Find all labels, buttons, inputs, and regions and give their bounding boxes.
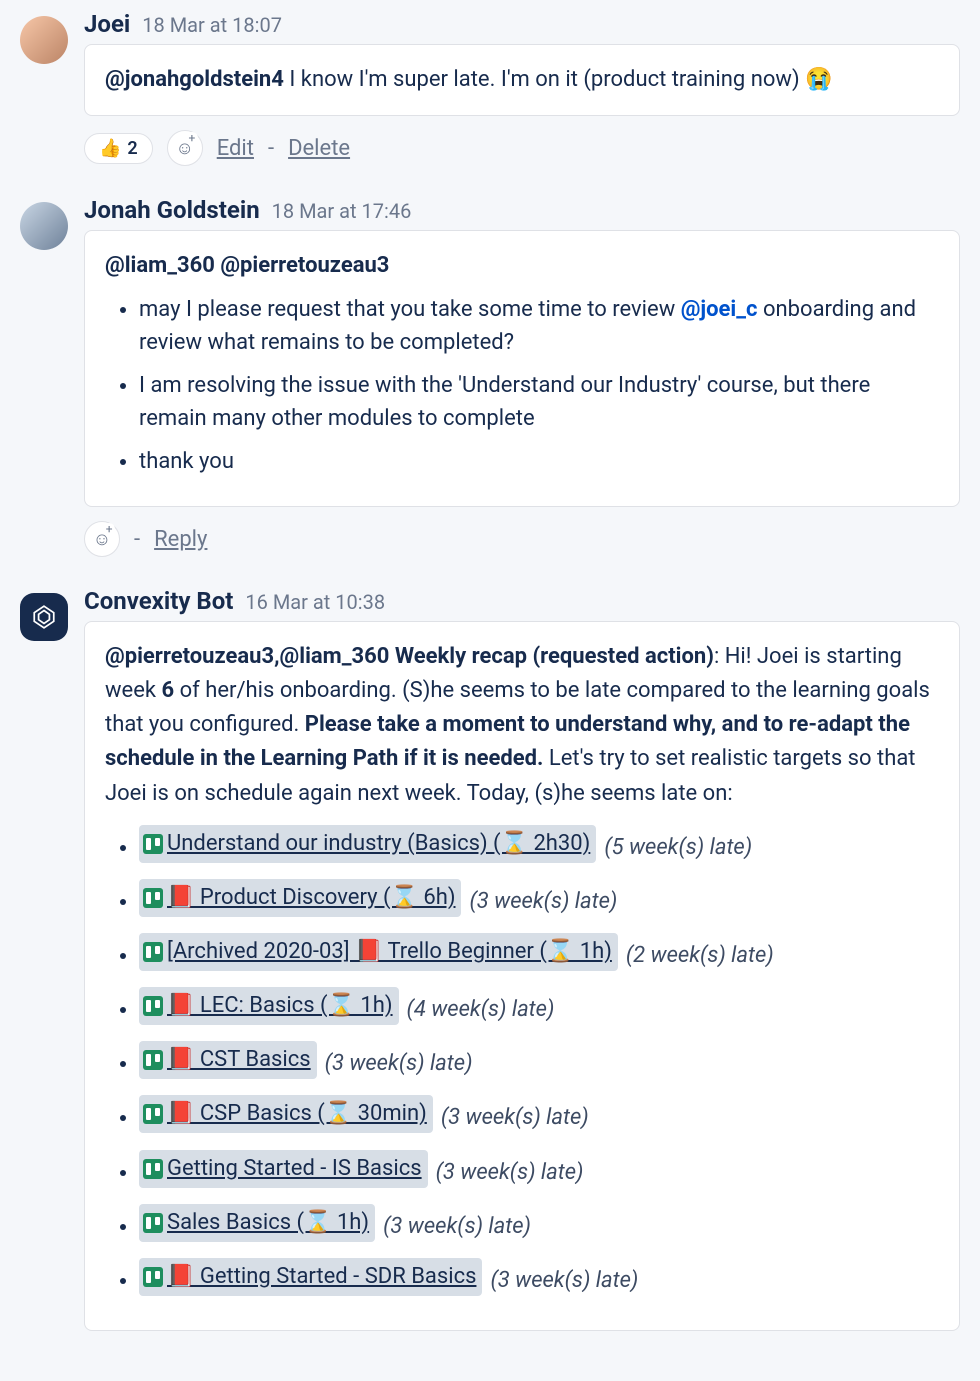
card-link[interactable]: 📕 Product Discovery (⌛ 6h) — [167, 881, 455, 915]
cards-list: Understand our industry (Basics) (⌛ 2h30… — [105, 825, 939, 1298]
card-link[interactable]: Getting Started - IS Basics — [167, 1152, 422, 1186]
list-item: thank you — [139, 445, 939, 478]
separator: - — [268, 136, 274, 161]
post-header: Jonah Goldstein 18 Mar at 17:46 — [84, 196, 960, 224]
reply-link[interactable]: Reply — [154, 527, 207, 552]
mentions[interactable]: @pierretouzeau3,@liam_360 — [105, 644, 389, 669]
crying-emoji-icon: 😭 — [805, 67, 832, 92]
author-name[interactable]: Joei — [84, 10, 130, 38]
post-content: Convexity Bot 16 Mar at 10:38 @pierretou… — [84, 587, 960, 1331]
bot-logo-icon — [31, 604, 57, 630]
card-link[interactable]: 📕 LEC: Basics (⌛ 1h) — [167, 989, 393, 1023]
post-header: Convexity Bot 16 Mar at 10:38 — [84, 587, 960, 615]
avatar[interactable] — [20, 202, 68, 250]
card-link[interactable]: 📕 CSP Basics (⌛ 30min) — [167, 1097, 427, 1131]
late-label: (3 week(s) late) — [383, 1214, 531, 1239]
late-label: (5 week(s) late) — [604, 835, 752, 860]
text: may I please request that you take some … — [139, 297, 681, 322]
trello-card-chip[interactable]: [Archived 2020-03] 📕 Trello Beginner (⌛ … — [139, 933, 618, 971]
reaction-count: 2 — [127, 138, 137, 159]
card-link[interactable]: [Archived 2020-03] 📕 Trello Beginner (⌛ … — [167, 935, 612, 969]
trello-card-chip[interactable]: 📕 Getting Started - SDR Basics — [139, 1258, 482, 1296]
list-item: 📕 LEC: Basics (⌛ 1h) (4 week(s) late) — [139, 987, 939, 1027]
trello-card-chip[interactable]: Sales Basics (⌛ 1h) — [139, 1204, 375, 1242]
late-label: (3 week(s) late) — [490, 1268, 638, 1293]
message-bubble: @pierretouzeau3,@liam_360 Weekly recap (… — [84, 621, 960, 1331]
add-reaction-button[interactable]: ☺ — [167, 130, 203, 166]
timestamp: 18 Mar at 17:46 — [272, 199, 412, 223]
trello-icon — [143, 888, 163, 908]
mention[interactable]: @jonahgoldstein4 — [105, 67, 284, 92]
trello-card-chip[interactable]: 📕 CST Basics — [139, 1041, 317, 1079]
smiley-plus-icon: ☺ — [176, 138, 194, 159]
post-jonah: Jonah Goldstein 18 Mar at 17:46 @liam_36… — [20, 196, 960, 557]
late-label: (3 week(s) late) — [436, 1160, 584, 1185]
message-bubble: @liam_360 @pierretouzeau3 may I please r… — [84, 230, 960, 507]
trello-icon — [143, 1104, 163, 1124]
trello-card-chip[interactable]: 📕 CSP Basics (⌛ 30min) — [139, 1095, 433, 1133]
trello-icon — [143, 1159, 163, 1179]
post-bot: Convexity Bot 16 Mar at 10:38 @pierretou… — [20, 587, 960, 1331]
list-item: 📕 CST Basics (3 week(s) late) — [139, 1041, 939, 1081]
late-label: (4 week(s) late) — [407, 997, 555, 1022]
message-text: I know I'm super late. I'm on it (produc… — [284, 67, 805, 92]
list-item: may I please request that you take some … — [139, 293, 939, 359]
list-item: 📕 CSP Basics (⌛ 30min) (3 week(s) late) — [139, 1095, 939, 1135]
late-label: (3 week(s) late) — [469, 889, 617, 914]
card-link[interactable]: 📕 CST Basics — [167, 1043, 311, 1077]
week-number: 6 — [161, 678, 174, 703]
trello-icon — [143, 1213, 163, 1233]
author-name[interactable]: Jonah Goldstein — [84, 196, 260, 224]
avatar[interactable] — [20, 593, 68, 641]
post-header: Joei 18 Mar at 18:07 — [84, 10, 960, 38]
list-item: I am resolving the issue with the 'Under… — [139, 369, 939, 435]
card-link[interactable]: 📕 Getting Started - SDR Basics — [167, 1260, 476, 1294]
avatar[interactable] — [20, 16, 68, 64]
delete-link[interactable]: Delete — [288, 136, 350, 161]
card-link[interactable]: Sales Basics (⌛ 1h) — [167, 1206, 369, 1240]
late-label: (3 week(s) late) — [325, 1051, 473, 1076]
late-label: (3 week(s) late) — [441, 1105, 589, 1130]
message-bubble: @jonahgoldstein4 I know I'm super late. … — [84, 44, 960, 116]
trello-icon — [143, 1050, 163, 1070]
list-item: Understand our industry (Basics) (⌛ 2h30… — [139, 825, 939, 865]
mention[interactable]: @joei_c — [681, 297, 758, 322]
smiley-plus-icon: ☺ — [93, 529, 111, 550]
mentions-line[interactable]: @liam_360 @pierretouzeau3 — [105, 249, 939, 283]
trello-icon — [143, 996, 163, 1016]
trello-card-chip[interactable]: 📕 Product Discovery (⌛ 6h) — [139, 879, 461, 917]
list-item: 📕 Product Discovery (⌛ 6h) (3 week(s) lat… — [139, 879, 939, 919]
recap-title: Weekly recap (requested action) — [389, 644, 714, 669]
timestamp: 16 Mar at 10:38 — [245, 590, 385, 614]
post-content: Joei 18 Mar at 18:07 @jonahgoldstein4 I … — [84, 10, 960, 166]
post-joei: Joei 18 Mar at 18:07 @jonahgoldstein4 I … — [20, 10, 960, 166]
list-item: [Archived 2020-03] 📕 Trello Beginner (⌛ … — [139, 933, 939, 973]
bullet-list: may I please request that you take some … — [105, 293, 939, 478]
author-name[interactable]: Convexity Bot — [84, 587, 233, 615]
separator: - — [134, 527, 140, 552]
add-reaction-button[interactable]: ☺ — [84, 521, 120, 557]
thumbs-up-icon: 👍 — [99, 138, 121, 159]
edit-link[interactable]: Edit — [217, 136, 254, 161]
post-actions: ☺ - Reply — [84, 521, 960, 557]
late-label: (2 week(s) late) — [626, 943, 774, 968]
timestamp: 18 Mar at 18:07 — [142, 13, 282, 37]
post-content: Jonah Goldstein 18 Mar at 17:46 @liam_36… — [84, 196, 960, 557]
trello-icon — [143, 1267, 163, 1287]
list-item: 📕 Getting Started - SDR Basics (3 week(s)… — [139, 1258, 939, 1298]
trello-card-chip[interactable]: 📕 LEC: Basics (⌛ 1h) — [139, 987, 399, 1025]
card-link[interactable]: Understand our industry (Basics) (⌛ 2h30… — [167, 827, 590, 861]
trello-icon — [143, 942, 163, 962]
trello-card-chip[interactable]: Getting Started - IS Basics — [139, 1150, 428, 1188]
post-actions: 👍 2 ☺ Edit - Delete — [84, 130, 960, 166]
reaction-thumbs-up[interactable]: 👍 2 — [84, 133, 153, 164]
list-item: Getting Started - IS Basics (3 week(s) la… — [139, 1150, 939, 1190]
list-item: Sales Basics (⌛ 1h) (3 week(s) late) — [139, 1204, 939, 1244]
trello-icon — [143, 834, 163, 854]
trello-card-chip[interactable]: Understand our industry (Basics) (⌛ 2h30… — [139, 825, 596, 863]
